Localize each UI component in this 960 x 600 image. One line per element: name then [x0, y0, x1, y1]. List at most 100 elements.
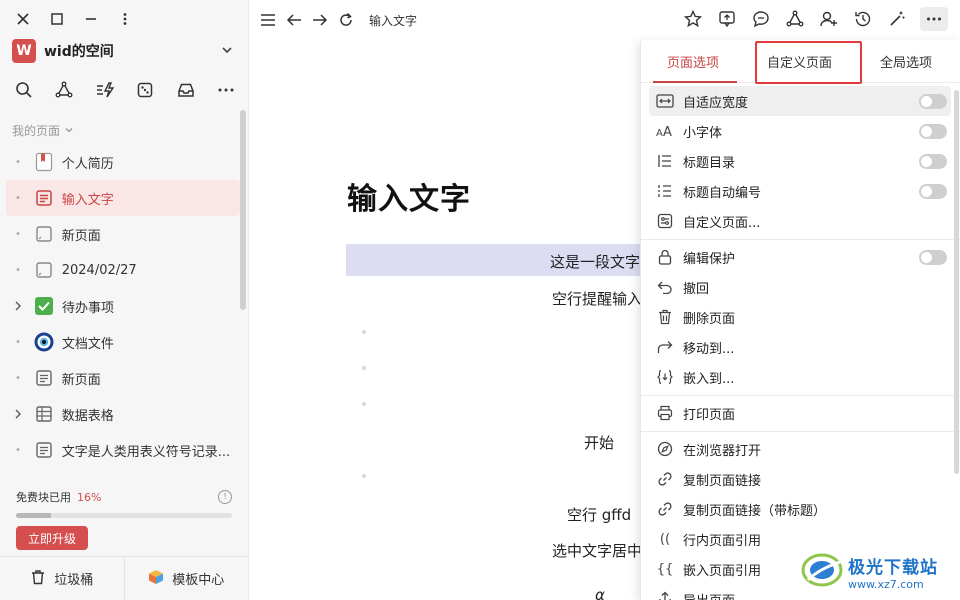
menu-item-label: 标题目录	[683, 155, 736, 171]
page-item-label: 数据表格	[61, 408, 114, 424]
fit-width-toggle[interactable]	[919, 94, 947, 109]
page-item-label: 新页面	[61, 228, 101, 244]
graph-icon[interactable]	[784, 7, 806, 31]
outline-icon	[656, 152, 674, 170]
active-tab-indicator	[653, 81, 737, 83]
quota-progress-fill	[16, 513, 51, 518]
tab-page-options[interactable]: 页面选项	[667, 52, 719, 71]
sidebar-scrollbar[interactable]	[240, 110, 246, 310]
history-icon[interactable]	[852, 7, 874, 31]
menu-item-label: 自定义页面...	[683, 215, 761, 231]
page-item-resume[interactable]: • 个人简历	[6, 144, 240, 180]
doc-partial-glyph: α	[595, 586, 605, 600]
doc-text-line[interactable]: 开始	[584, 432, 614, 453]
menu-item-label: 复制页面链接	[683, 473, 762, 489]
menu-item-outline[interactable]: 标题目录	[649, 146, 951, 176]
page-title[interactable]: 输入文字	[347, 174, 471, 218]
font-size-icon: AA	[656, 122, 674, 140]
trash-button[interactable]: 垃圾桶	[0, 557, 124, 600]
bullet-icon: •	[15, 192, 21, 204]
menu-item-copy-link[interactable]: 复制页面链接	[649, 464, 951, 494]
app-window: W wid的空间 我的页面 • 个人简历 • 输入文字 • 新页面 • 2024…	[0, 0, 960, 600]
page-item-label: 新页面	[61, 372, 101, 388]
menu-item-small-font[interactable]: AA 小字体	[649, 116, 951, 146]
chevron-down-icon	[64, 124, 74, 138]
back-arrow-icon[interactable]	[285, 10, 303, 30]
auto-number-toggle[interactable]	[919, 184, 947, 199]
embed-ref-icon: {{	[656, 561, 674, 577]
page-item-new-page-2[interactable]: • 新页面	[6, 360, 240, 396]
doc-text-line[interactable]: 这是一段文字	[550, 251, 640, 272]
minimize-icon[interactable]	[82, 10, 100, 28]
share-icon[interactable]	[716, 7, 738, 31]
kebab-menu-icon[interactable]	[116, 10, 134, 28]
hamburger-icon[interactable]	[259, 10, 277, 30]
menu-item-delete-page[interactable]: 删除页面	[649, 302, 951, 332]
template-center-label: 模板中心	[172, 573, 225, 588]
upgrade-button[interactable]: 立即升级	[16, 526, 88, 550]
workspace-switcher[interactable]: W wid的空间	[12, 38, 236, 64]
menu-item-embed-to[interactable]: 嵌入到...	[649, 362, 951, 392]
highlight-annotation-box	[755, 41, 862, 84]
quota-percent: 16%	[77, 490, 102, 504]
menu-item-label: 编辑保护	[683, 251, 736, 267]
menu-scrollbar[interactable]	[954, 90, 959, 474]
forward-arrow-icon[interactable]	[311, 10, 329, 30]
more-icon[interactable]	[214, 78, 238, 102]
page-item-input-text[interactable]: • 输入文字	[6, 180, 240, 216]
menu-item-copy-link-title[interactable]: 复制页面链接（带标题）	[649, 494, 951, 524]
graph-icon[interactable]	[52, 78, 76, 102]
template-center-button[interactable]: 模板中心	[123, 557, 249, 600]
inbox-icon[interactable]	[174, 78, 198, 102]
doc-text-line[interactable]: 空行提醒输入	[552, 288, 642, 309]
comment-icon[interactable]	[750, 7, 772, 31]
expand-arrow-icon[interactable]	[14, 301, 22, 311]
quick-action-icon[interactable]	[93, 78, 117, 102]
page-item-date[interactable]: • 2024/02/27	[6, 252, 240, 288]
edit-protect-toggle[interactable]	[919, 250, 947, 265]
menu-item-customize-page[interactable]: 自定义页面...	[649, 206, 951, 236]
my-pages-header[interactable]: 我的页面	[12, 122, 74, 139]
search-icon[interactable]	[12, 78, 36, 102]
outline-toggle[interactable]	[919, 154, 947, 169]
doc-text-line[interactable]: 选中文字居中	[552, 540, 642, 561]
menu-item-auto-number[interactable]: 标题自动编号	[649, 176, 951, 206]
page-item-data-table[interactable]: 数据表格	[6, 396, 240, 432]
page-item-todo[interactable]: 待办事项	[6, 288, 240, 324]
menu-item-undo[interactable]: 撤回	[649, 272, 951, 302]
page-item-long-text[interactable]: • 文字是人类用表义符号记录...	[6, 432, 240, 468]
dice-icon[interactable]	[133, 78, 157, 102]
page-item-doc-files[interactable]: • 文档文件	[6, 324, 240, 360]
svg-text:A: A	[656, 128, 663, 138]
magic-wand-icon[interactable]	[886, 7, 908, 31]
menu-item-label: 嵌入页面引用	[683, 563, 762, 579]
menu-item-label: 删除页面	[683, 311, 736, 327]
add-collaborator-icon[interactable]	[818, 7, 840, 31]
menu-item-label: 标题自动编号	[683, 185, 762, 201]
menu-item-edit-protect[interactable]: 编辑保护	[649, 242, 951, 272]
workspace-avatar: W	[12, 39, 36, 63]
tab-global-options[interactable]: 全局选项	[880, 52, 932, 71]
more-options-icon[interactable]	[920, 7, 948, 31]
page-item-label: 输入文字	[61, 192, 114, 208]
eye-icon	[34, 332, 54, 352]
refresh-icon[interactable]	[337, 10, 355, 30]
star-icon[interactable]	[682, 7, 704, 31]
breadcrumb-title: 输入文字	[369, 13, 418, 28]
trash-label: 垃圾桶	[54, 573, 94, 588]
close-icon[interactable]	[14, 10, 32, 28]
small-font-toggle[interactable]	[919, 124, 947, 139]
bookmark-doc-icon	[34, 152, 54, 172]
watermark: 极光下载站 www.xz7.com	[800, 546, 958, 598]
info-icon[interactable]: !	[218, 490, 232, 504]
menu-item-fit-width[interactable]: 自适应宽度	[649, 86, 951, 116]
maximize-icon[interactable]	[48, 10, 66, 28]
menu-item-label: 嵌入到...	[683, 371, 735, 387]
page-item-new-page[interactable]: • 新页面	[6, 216, 240, 252]
menu-item-print[interactable]: 打印页面	[649, 398, 951, 428]
doc-text-line[interactable]: 空行 gffd	[567, 504, 631, 525]
expand-arrow-icon[interactable]	[14, 409, 22, 419]
page-item-label: 文档文件	[61, 336, 114, 352]
menu-item-open-in-browser[interactable]: 在浏览器打开	[649, 434, 951, 464]
menu-item-move-to[interactable]: 移动到...	[649, 332, 951, 362]
